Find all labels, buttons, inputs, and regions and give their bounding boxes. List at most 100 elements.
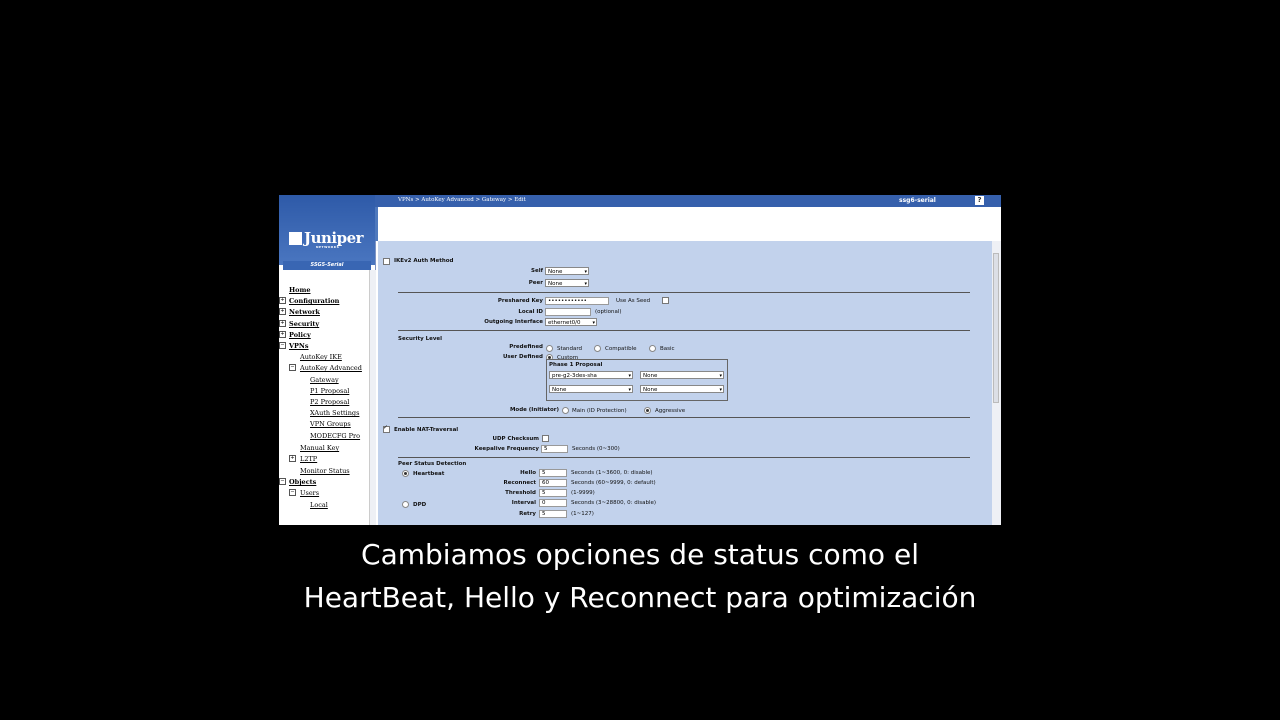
outgoing-interface-select[interactable]: ethernet0/0 <box>545 318 597 327</box>
keepalive-input[interactable]: 5 <box>541 445 568 453</box>
nav-modecfg-profile[interactable]: MODECFG Pro <box>310 432 360 440</box>
aggressive-mode-label: Aggressive <box>655 408 686 414</box>
collapse-users-icon[interactable]: − <box>289 489 296 496</box>
phase1-select-4[interactable]: None <box>640 385 724 394</box>
peer-select[interactable]: None <box>545 279 589 288</box>
preshared-key-input[interactable]: •••••••••••• <box>545 297 609 305</box>
use-as-seed-checkbox[interactable] <box>662 297 669 304</box>
interval-hint: Seconds (3~28800, 0: disable) <box>571 500 657 506</box>
expand-configuration-icon[interactable]: + <box>279 297 286 304</box>
security-level-label: Security Level <box>398 336 443 342</box>
nav-manual-key[interactable]: Manual Key <box>300 444 339 452</box>
hello-hint: Seconds (1~3600, 0: disable) <box>571 470 653 476</box>
hello-input[interactable]: 5 <box>539 469 567 477</box>
nav-vpn-groups[interactable]: VPN Groups <box>310 420 351 428</box>
retry-hint: (1~127) <box>571 511 594 517</box>
nav-p1-proposal[interactable]: P1 Proposal <box>310 387 349 395</box>
main-mode-radio[interactable] <box>562 407 569 414</box>
breadcrumb: VPNs > AutoKey Advanced > Gateway > Edit <box>398 197 526 203</box>
use-as-seed-label: Use As Seed <box>616 298 651 304</box>
caption-line-1: Cambiamos opciones de status como el <box>361 538 919 571</box>
gateway-edit-form: IKEv2 Auth Method Self None Peer None Pr… <box>378 241 992 525</box>
mode-label: Mode (Initiator) <box>509 407 559 413</box>
local-id-input[interactable] <box>545 308 591 316</box>
juniper-mark-icon <box>289 232 302 245</box>
expand-network-icon[interactable]: + <box>279 308 286 315</box>
predefined-label: Predefined <box>509 344 543 350</box>
collapse-objects-icon[interactable]: − <box>279 478 286 485</box>
expand-security-icon[interactable]: + <box>279 320 286 327</box>
udp-checksum-checkbox[interactable] <box>542 435 549 442</box>
nav-network[interactable]: Network <box>289 308 320 316</box>
nav-home[interactable]: Home <box>289 286 311 294</box>
nav-xauth-settings[interactable]: XAuth Settings <box>310 409 359 417</box>
divider <box>398 330 970 331</box>
compatible-radio[interactable] <box>594 345 601 352</box>
nav-users[interactable]: Users <box>300 489 319 497</box>
nav-p2-proposal[interactable]: P2 Proposal <box>310 398 349 406</box>
peer-label: Peer <box>528 280 543 286</box>
nav-security[interactable]: Security <box>289 320 319 328</box>
user-defined-label: User Defined <box>502 354 543 360</box>
basic-label: Basic <box>660 346 675 352</box>
nav-vpns[interactable]: VPNs <box>289 342 309 350</box>
collapse-vpns-icon[interactable]: − <box>279 342 286 349</box>
self-select[interactable]: None <box>545 267 589 276</box>
keepalive-hint: Seconds (0~300) <box>572 446 620 452</box>
optional-hint: (optional) <box>595 309 622 315</box>
hello-label: Hello <box>520 470 536 476</box>
main-mode-label: Main (ID Protection) <box>572 408 627 414</box>
outgoing-interface-label: Outgoing Interface <box>484 319 543 325</box>
help-icon[interactable]: ? <box>975 196 984 205</box>
top-bar: VPNs > AutoKey Advanced > Gateway > Edit… <box>375 195 1001 207</box>
reconnect-input[interactable]: 60 <box>539 479 567 487</box>
heartbeat-radio[interactable] <box>402 470 409 477</box>
phase1-select-1[interactable]: pre-g2-3des-sha <box>549 371 633 380</box>
preshared-key-label: Preshared Key <box>497 298 543 304</box>
subtitle-caption: Cambiamos opciones de status como el Hea… <box>0 533 1280 619</box>
logo-subtext: NETWORKS <box>316 245 340 249</box>
phase1-label: Phase 1 Proposal <box>549 362 603 368</box>
browser-screen: Juniper NETWORKS SSG5-Serial Home + Conf… <box>279 195 1001 525</box>
keepalive-label: Keepalive Frequency <box>474 446 539 452</box>
interval-input[interactable]: 0 <box>539 499 567 507</box>
content-scrollbar[interactable] <box>992 241 1001 525</box>
basic-radio[interactable] <box>649 345 656 352</box>
standard-radio[interactable] <box>546 345 553 352</box>
ikev2-label: IKEv2 Auth Method <box>394 258 454 264</box>
nav-local[interactable]: Local <box>310 501 328 509</box>
self-label: Self <box>531 268 543 274</box>
scrollbar-thumb[interactable] <box>993 253 999 403</box>
reconnect-label: Reconnect <box>503 480 536 486</box>
dpd-label: DPD <box>413 502 427 508</box>
nav-gateway[interactable]: Gateway <box>310 376 339 384</box>
expand-l2tp-icon[interactable]: + <box>289 455 296 462</box>
logo-area: Juniper NETWORKS <box>279 195 375 265</box>
threshold-input[interactable]: 5 <box>539 489 567 497</box>
device-model-label: SSG5-Serial <box>283 261 371 270</box>
nav-autokey-advanced[interactable]: AutoKey Advanced <box>300 364 362 372</box>
local-id-label: Local ID <box>518 309 543 315</box>
nat-checkmark-icon: ✓ <box>383 424 389 431</box>
nav-scrollbar[interactable] <box>369 270 376 525</box>
expand-policy-icon[interactable]: + <box>279 331 286 338</box>
divider <box>398 457 970 458</box>
retry-input[interactable]: 5 <box>539 510 567 518</box>
nav-autokey-ike[interactable]: AutoKey IKE <box>300 353 342 361</box>
retry-label: Retry <box>519 511 536 517</box>
ikev2-checkbox[interactable] <box>383 258 390 265</box>
nav-configuration[interactable]: Configuration <box>289 297 339 305</box>
nav-monitor-status[interactable]: Monitor Status <box>300 467 350 475</box>
nav-objects[interactable]: Objects <box>289 478 316 486</box>
divider <box>398 292 970 293</box>
interval-label: Interval <box>511 500 536 506</box>
phase1-select-3[interactable]: None <box>549 385 633 394</box>
udp-checksum-label: UDP Checksum <box>492 436 540 442</box>
phase1-select-2[interactable]: None <box>640 371 724 380</box>
dpd-radio[interactable] <box>402 501 409 508</box>
nav-l2tp[interactable]: L2TP <box>300 455 317 463</box>
collapse-autokey-advanced-icon[interactable]: − <box>289 364 296 371</box>
nav-policy[interactable]: Policy <box>289 331 311 339</box>
compatible-label: Compatible <box>605 346 637 352</box>
aggressive-mode-radio[interactable] <box>644 407 651 414</box>
